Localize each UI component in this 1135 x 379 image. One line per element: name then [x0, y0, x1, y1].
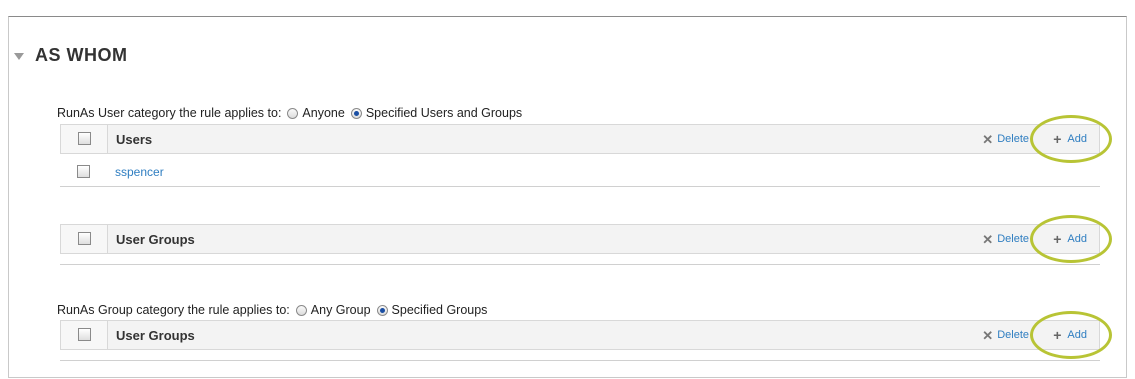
runas-groups-delete-label: Delete — [997, 329, 1029, 341]
runas-user-category-label: RunAs User category the rule applies to: — [57, 106, 282, 120]
runas-groups-add-label: Add — [1067, 329, 1087, 341]
delete-x-icon: ✕ — [982, 231, 994, 247]
user-link-sspencer[interactable]: sspencer — [115, 165, 164, 179]
divider — [60, 360, 1100, 361]
delete-x-icon: ✕ — [982, 327, 994, 343]
radio-any-group-label[interactable]: Any Group — [311, 303, 371, 317]
user-groups-delete-button[interactable]: ✕ Delete — [982, 231, 1029, 247]
users-select-all-cell — [61, 125, 108, 153]
runas-group-category: RunAs Group category the rule applies to… — [57, 303, 487, 317]
users-add-label: Add — [1067, 133, 1087, 145]
plus-icon: + — [1053, 230, 1062, 247]
plus-icon: + — [1053, 326, 1062, 343]
runas-groups-delete-button[interactable]: ✕ Delete — [982, 327, 1029, 343]
users-delete-button[interactable]: ✕ Delete — [982, 131, 1029, 147]
delete-x-icon: ✕ — [982, 131, 994, 147]
radio-specified-users-groups-label[interactable]: Specified Users and Groups — [366, 106, 522, 120]
runas-groups-select-all-checkbox[interactable] — [78, 328, 91, 341]
divider — [60, 264, 1100, 265]
radio-any-group[interactable] — [295, 304, 307, 316]
radio-specified-groups-label[interactable]: Specified Groups — [392, 303, 488, 317]
radio-anyone-label[interactable]: Anyone — [302, 106, 344, 120]
divider — [60, 186, 1100, 187]
row-checkbox[interactable] — [77, 165, 90, 178]
users-delete-label: Delete — [997, 133, 1029, 145]
radio-specified-users-groups[interactable] — [350, 107, 362, 119]
user-groups-add-button[interactable]: + Add — [1053, 230, 1087, 247]
runas-groups-select-all-cell — [61, 321, 108, 349]
collapse-triangle-icon[interactable] — [14, 53, 24, 60]
plus-icon: + — [1053, 130, 1062, 147]
users-select-all-checkbox[interactable] — [78, 132, 91, 145]
runas-groups-table-header: User Groups ✕ Delete + Add — [60, 320, 1100, 350]
users-add-button[interactable]: + Add — [1053, 130, 1087, 147]
radio-specified-groups[interactable] — [376, 304, 388, 316]
runas-user-category: RunAs User category the rule applies to:… — [57, 106, 522, 120]
user-groups-table-header: User Groups ✕ Delete + Add — [60, 224, 1100, 254]
radio-anyone[interactable] — [287, 107, 299, 119]
runas-group-category-label: RunAs Group category the rule applies to… — [57, 303, 290, 317]
user-groups-select-all-checkbox[interactable] — [78, 232, 91, 245]
runas-groups-add-button[interactable]: + Add — [1053, 326, 1087, 343]
user-groups-add-label: Add — [1067, 233, 1087, 245]
user-groups-header-label: User Groups — [116, 232, 195, 247]
users-header-label: Users — [116, 132, 153, 147]
table-row: sspencer — [60, 159, 1100, 185]
runas-groups-header-label: User Groups — [116, 328, 195, 343]
section-header[interactable]: AS WHOM — [14, 45, 128, 66]
user-groups-delete-label: Delete — [997, 233, 1029, 245]
users-table-header: Users ✕ Delete + Add — [60, 124, 1100, 154]
user-groups-select-all-cell — [61, 225, 108, 253]
section-title: AS WHOM — [35, 45, 128, 65]
